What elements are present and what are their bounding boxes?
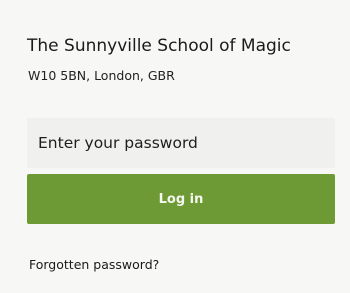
school-address: W10 5BN, London, GBR xyxy=(28,68,175,83)
password-input[interactable] xyxy=(27,118,335,168)
login-button[interactable]: Log in xyxy=(27,174,335,224)
forgotten-password-link[interactable]: Forgotten password? xyxy=(29,257,159,273)
login-card: The Sunnyville School of Magic W10 5BN, … xyxy=(0,0,350,293)
school-name: The Sunnyville School of Magic xyxy=(27,36,291,56)
